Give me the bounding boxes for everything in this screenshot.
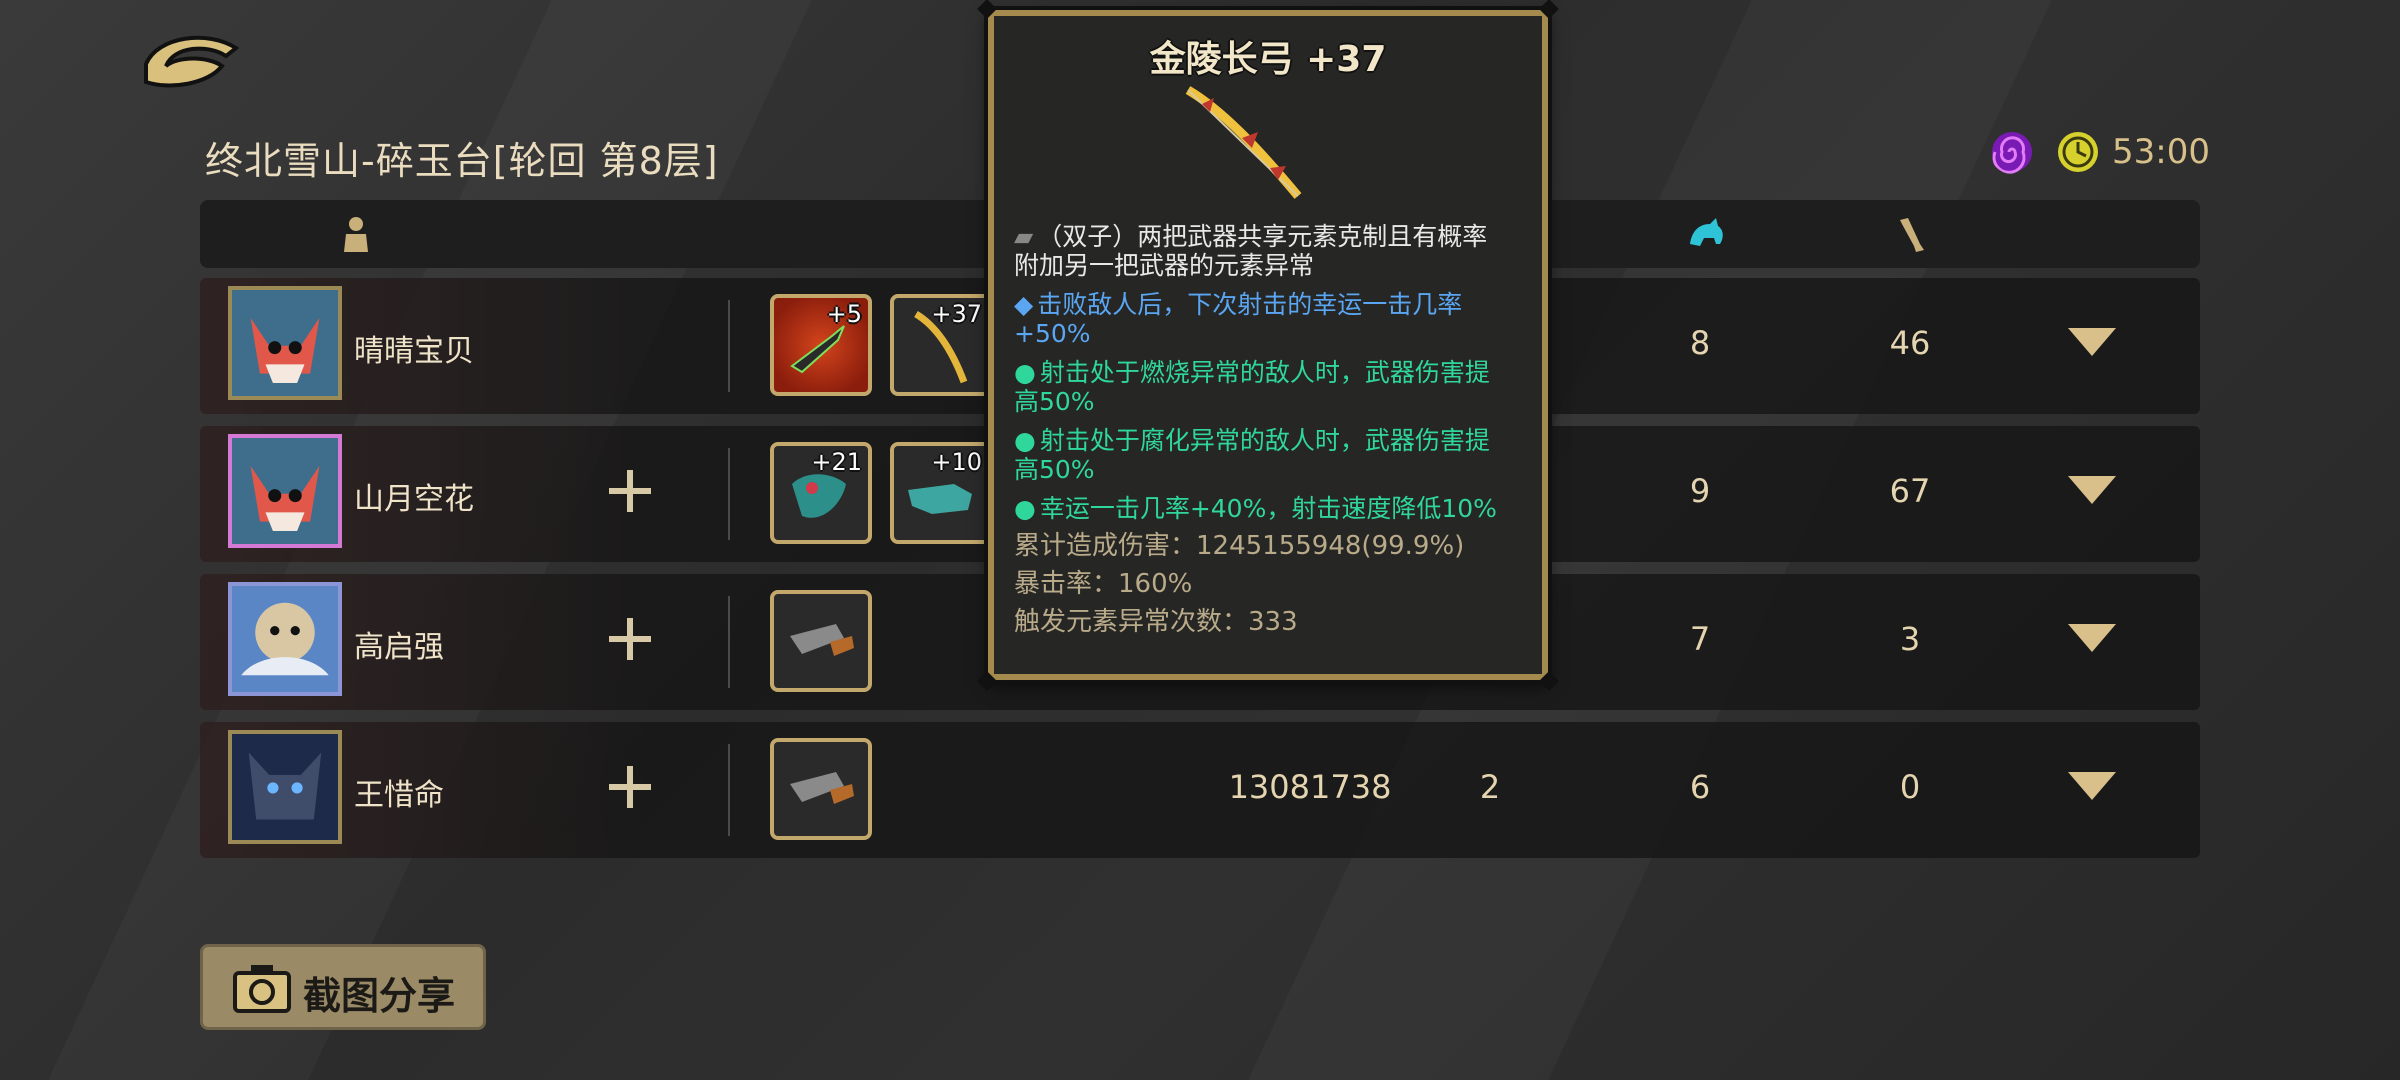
effect-line: 高50% <box>1014 387 1095 416</box>
expand-button[interactable] <box>2068 476 2116 504</box>
cannon-weapon-icon <box>790 624 854 656</box>
player-name: 山月空花 <box>354 482 474 517</box>
screenshot-share-button[interactable]: 截图分享 <box>200 944 486 1030</box>
gem-icon: ▰ <box>1014 222 1034 251</box>
add-button[interactable] <box>605 614 655 664</box>
spiral-icon <box>1992 132 2033 174</box>
player-name: 晴晴宝贝 <box>354 334 474 369</box>
bone-count: 0 <box>1899 768 1921 806</box>
tooltip-effect-green: ● 射击处于腐化异常的敌人时，武器伤害提 高50% <box>1014 426 1534 484</box>
weapon-slot[interactable]: +5 <box>770 294 872 396</box>
back-button[interactable] <box>138 26 244 94</box>
beast-column-icon <box>1690 218 1723 246</box>
expand-button[interactable] <box>2068 624 2116 652</box>
bone-count: 67 <box>1889 472 1931 510</box>
tooltip-corner <box>1539 0 1559 19</box>
divider <box>728 300 730 392</box>
player-name: 高启强 <box>354 630 444 665</box>
add-button[interactable] <box>605 762 655 812</box>
top-right-status: 53:00 <box>1990 130 2210 174</box>
beast-count: 7 <box>1689 620 1711 658</box>
avatar[interactable] <box>228 582 342 696</box>
player-name: 王惜命 <box>354 778 444 813</box>
bone-count: 3 <box>1899 620 1921 658</box>
weapon-level: +10 <box>931 448 982 476</box>
cannon-weapon-icon <box>790 772 854 804</box>
divider <box>728 448 730 540</box>
tooltip-corner <box>977 0 997 19</box>
wolf-hero-portrait <box>232 734 338 840</box>
lion-hero-portrait <box>232 586 338 692</box>
desc-line-1: （双子）两把武器共享元素克制且有概率 <box>1037 222 1488 251</box>
timer-text: 53:00 <box>2112 132 2210 172</box>
divider <box>728 596 730 688</box>
weapon-slot[interactable] <box>770 590 872 692</box>
weapon-slot[interactable]: +37 <box>890 294 992 396</box>
weapon-tooltip: 金陵长弓 +37 ▰ （双子）两把武器共享元素克制且有概率 附加另一把武器的元素异… <box>977 0 1559 691</box>
avatar[interactable] <box>228 730 342 844</box>
dot-icon: ● <box>1014 494 1036 523</box>
weapon-slot[interactable] <box>770 738 872 840</box>
diamond-icon: ◆ <box>1014 290 1034 319</box>
screenshot-share-label: 截图分享 <box>303 974 456 1018</box>
tooltip-effect-green: ● 射击处于燃烧异常的敌人时，武器伤害提 高50% <box>1014 358 1534 416</box>
weapon-slot[interactable]: +10 <box>890 442 992 544</box>
tooltip-description: ▰ （双子）两把武器共享元素克制且有概率 附加另一把武器的元素异常 <box>1014 222 1534 280</box>
tooltip-effect-blue: ◆ 击败敌人后，下次射击的幸运一击几率 +50% <box>1014 290 1534 348</box>
bone-column-icon <box>1900 218 1924 252</box>
weapon-slot[interactable]: +21 <box>770 442 872 544</box>
weapon-level: +5 <box>826 300 862 328</box>
beast-count: 6 <box>1689 768 1711 806</box>
weapon-level: +37 <box>931 300 982 328</box>
effect-line: 击败敌人后，下次射击的幸运一击几率 <box>1037 290 1463 319</box>
table-row: 王惜命 13081738 2 6 0 <box>200 722 2200 858</box>
expand-button[interactable] <box>2068 328 2116 356</box>
stat-damage: 累计造成伤害：1245155948(99.9%) <box>1014 531 1465 561</box>
back-arrow-icon <box>144 35 240 88</box>
effect-line: 幸运一击几率+40%，射击速度降低10% <box>1039 494 1497 523</box>
desc-line-2: 附加另一把武器的元素异常 <box>1014 251 1315 280</box>
divider <box>728 744 730 836</box>
dot-icon: ● <box>1014 426 1036 455</box>
beast-count: 8 <box>1689 324 1711 362</box>
effect-line: 射击处于腐化异常的敌人时，武器伤害提 <box>1039 426 1490 455</box>
effect-line: 高50% <box>1014 455 1095 484</box>
effect-line: +50% <box>1014 319 1091 348</box>
bone-count: 46 <box>1889 324 1931 362</box>
stat-trigger-count: 触发元素异常次数：333 <box>1014 607 1298 637</box>
weapon-level: +21 <box>811 448 862 476</box>
tooltip-title: 金陵长弓 +37 <box>1149 39 1387 80</box>
kill-count: 2 <box>1479 768 1501 806</box>
avatar[interactable] <box>228 286 342 400</box>
expand-button[interactable] <box>2068 772 2116 800</box>
tooltip-effect-green: ● 幸运一击几率+40%，射击速度降低10% <box>1014 494 1534 523</box>
avatar[interactable] <box>228 434 342 548</box>
player-column-icon <box>344 217 368 252</box>
fox-hero-portrait <box>232 290 338 396</box>
beast-count: 9 <box>1689 472 1711 510</box>
stat-crit-rate: 暴击率：160% <box>1014 569 1193 599</box>
fox-hero-portrait <box>232 438 338 544</box>
dot-icon: ● <box>1014 358 1036 387</box>
effect-line: 射击处于燃烧异常的敌人时，武器伤害提 <box>1039 358 1490 387</box>
clock-icon <box>2058 132 2099 172</box>
camera-icon <box>233 965 291 1013</box>
golden-bow-image <box>1185 86 1302 199</box>
add-button[interactable] <box>605 466 655 516</box>
page-title: 终北雪山-碎玉台[轮回 第8层] <box>205 139 719 183</box>
